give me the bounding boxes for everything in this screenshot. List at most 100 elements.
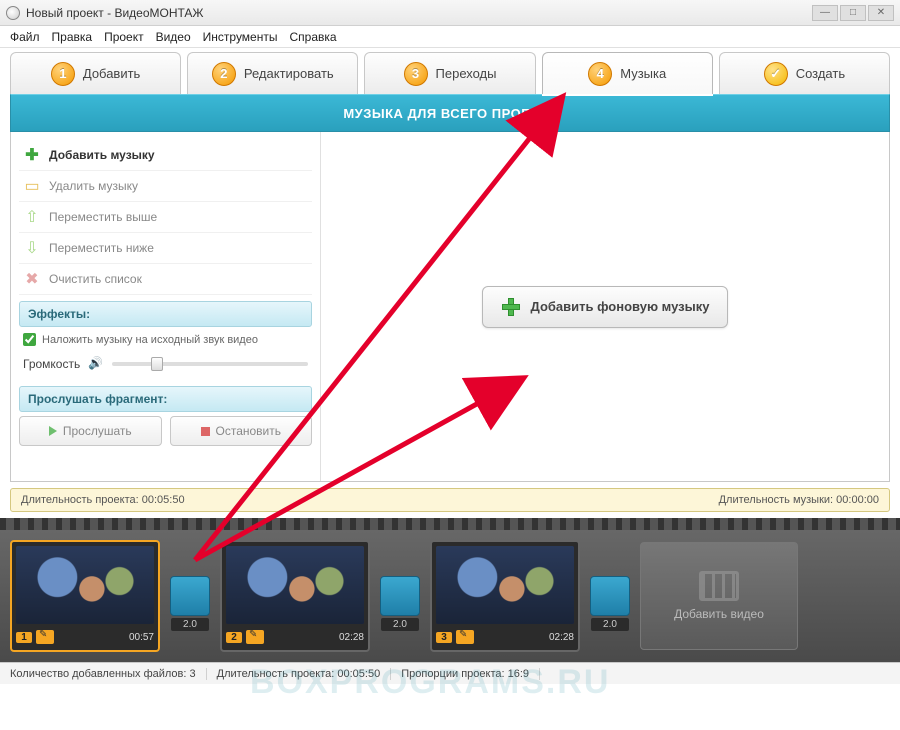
add-bg-music-label: Добавить фоновую музыку (531, 299, 710, 314)
move-up-button: ⇧ Переместить выше (19, 202, 312, 233)
transition-value: 2.0 (171, 618, 209, 631)
clip-1[interactable]: 1 00:57 (10, 540, 160, 652)
timeline: 1 00:57 2.0 2 02:28 2.0 3 02:28 2.0 Добавит… (0, 518, 900, 662)
play-icon (49, 426, 57, 436)
x-icon: ✖ (23, 270, 41, 288)
add-video-button[interactable]: Добавить видео (640, 542, 798, 650)
aspect-label: Пропорции проекта: (401, 668, 504, 680)
preview-header: Прослушать фрагмент: (19, 386, 312, 412)
add-bg-music-button[interactable]: Добавить фоновую музыку (482, 286, 729, 328)
statusbar: Количество добавленных файлов: 3 Длитель… (0, 662, 900, 684)
move-down-label: Переместить ниже (49, 241, 154, 255)
files-label: Количество добавленных файлов: (10, 668, 186, 680)
stop-label: Остановить (216, 424, 282, 438)
move-down-button: ⇩ Переместить ниже (19, 233, 312, 264)
menu-file[interactable]: Файл (10, 30, 40, 44)
play-label: Прослушать (63, 424, 132, 438)
clip-index: 3 (436, 632, 452, 643)
window-title: Новый проект - ВидеоМОНТАЖ (26, 6, 204, 20)
slider-thumb[interactable] (151, 357, 163, 371)
delete-music-label: Удалить музыку (49, 179, 138, 193)
volume-label: Громкость (23, 357, 80, 371)
arrow-up-icon: ⇧ (23, 208, 41, 226)
transition-2[interactable]: 2.0 (380, 576, 420, 616)
speaker-icon: 🔊 (88, 356, 104, 372)
menu-edit[interactable]: Правка (52, 30, 93, 44)
tab-create-label: Создать (796, 66, 845, 81)
tab-transitions-label: Переходы (436, 66, 497, 81)
arrow-down-icon: ⇩ (23, 239, 41, 257)
overlay-checkbox[interactable] (23, 333, 36, 346)
menu-project[interactable]: Проект (104, 30, 144, 44)
tab-music[interactable]: 4Музыка (542, 52, 713, 94)
duration-bar: Длительность проекта: 00:05:50 Длительно… (10, 488, 890, 512)
status-dur-value: 00:05:50 (337, 668, 380, 680)
transition-value: 2.0 (381, 618, 419, 631)
banner-text: МУЗЫКА ДЛЯ ВСЕГО ПРОЕКТА (343, 106, 556, 121)
volume-slider[interactable] (112, 362, 308, 366)
files-value: 3 (190, 668, 196, 680)
menu-help[interactable]: Справка (289, 30, 336, 44)
clip-index: 2 (226, 632, 242, 643)
tab-add[interactable]: 1Добавить (10, 52, 181, 94)
clip-thumbnail (436, 546, 574, 624)
stop-button[interactable]: Остановить (170, 416, 313, 446)
tab-music-label: Музыка (620, 66, 666, 81)
transition-value: 2.0 (591, 618, 629, 631)
tab-edit-label: Редактировать (244, 66, 334, 81)
add-video-label: Добавить видео (674, 607, 764, 621)
effects-header: Эффекты: (19, 301, 312, 327)
menu-video[interactable]: Видео (156, 30, 191, 44)
menubar: Файл Правка Проект Видео Инструменты Спр… (0, 26, 900, 48)
overlay-row[interactable]: Наложить музыку на исходный звук видео (19, 327, 312, 352)
folder-icon: ▭ (23, 177, 41, 195)
menu-tools[interactable]: Инструменты (203, 30, 278, 44)
tab-transitions[interactable]: 3Переходы (364, 52, 535, 94)
play-button[interactable]: Прослушать (19, 416, 162, 446)
tab-edit[interactable]: 2Редактировать (187, 52, 358, 94)
clip-time: 02:28 (549, 632, 574, 643)
edit-icon[interactable] (246, 630, 264, 644)
move-up-label: Переместить выше (49, 210, 157, 224)
banner: МУЗЫКА ДЛЯ ВСЕГО ПРОЕКТА (10, 94, 890, 132)
edit-icon[interactable] (36, 630, 54, 644)
clip-time: 02:28 (339, 632, 364, 643)
clip-thumbnail (226, 546, 364, 624)
add-music-button[interactable]: ✚ Добавить музыку (19, 140, 312, 171)
maximize-button[interactable]: □ (840, 5, 866, 21)
step-tabs: 1Добавить 2Редактировать 3Переходы 4Музы… (10, 52, 890, 94)
minimize-button[interactable]: — (812, 5, 838, 21)
plus-icon: ✚ (23, 146, 41, 164)
proj-dur-label: Длительность проекта: (21, 494, 139, 506)
edit-icon[interactable] (456, 630, 474, 644)
main-panel: Добавить фоновую музыку (321, 132, 889, 481)
music-dur-value: 00:00:00 (836, 494, 879, 506)
tab-create[interactable]: Создать (719, 52, 890, 94)
status-dur-label: Длительность проекта: (217, 668, 335, 680)
stop-icon (201, 427, 210, 436)
clear-list-label: Очистить список (49, 272, 142, 286)
clip-time: 00:57 (129, 632, 154, 643)
titlebar: Новый проект - ВидеоМОНТАЖ — □ ✕ (0, 0, 900, 26)
delete-music-button: ▭ Удалить музыку (19, 171, 312, 202)
clip-index: 1 (16, 632, 32, 643)
aspect-value: 16:9 (508, 668, 529, 680)
volume-row: Громкость 🔊 (19, 352, 312, 380)
tab-add-label: Добавить (83, 66, 140, 81)
add-music-label: Добавить музыку (49, 148, 155, 162)
plus-icon (501, 297, 521, 317)
sidebar: ✚ Добавить музыку ▭ Удалить музыку ⇧ Переме… (11, 132, 321, 481)
transition-1[interactable]: 2.0 (170, 576, 210, 616)
clip-3[interactable]: 3 02:28 (430, 540, 580, 652)
clip-2[interactable]: 2 02:28 (220, 540, 370, 652)
music-dur-label: Длительность музыки: (719, 494, 834, 506)
clip-thumbnail (16, 546, 154, 624)
check-icon (764, 62, 788, 86)
overlay-label: Наложить музыку на исходный звук видео (42, 334, 258, 346)
app-icon (6, 6, 20, 20)
transition-3[interactable]: 2.0 (590, 576, 630, 616)
film-icon (699, 571, 739, 601)
close-button[interactable]: ✕ (868, 5, 894, 21)
proj-dur-value: 00:05:50 (142, 494, 185, 506)
clear-list-button: ✖ Очистить список (19, 264, 312, 295)
